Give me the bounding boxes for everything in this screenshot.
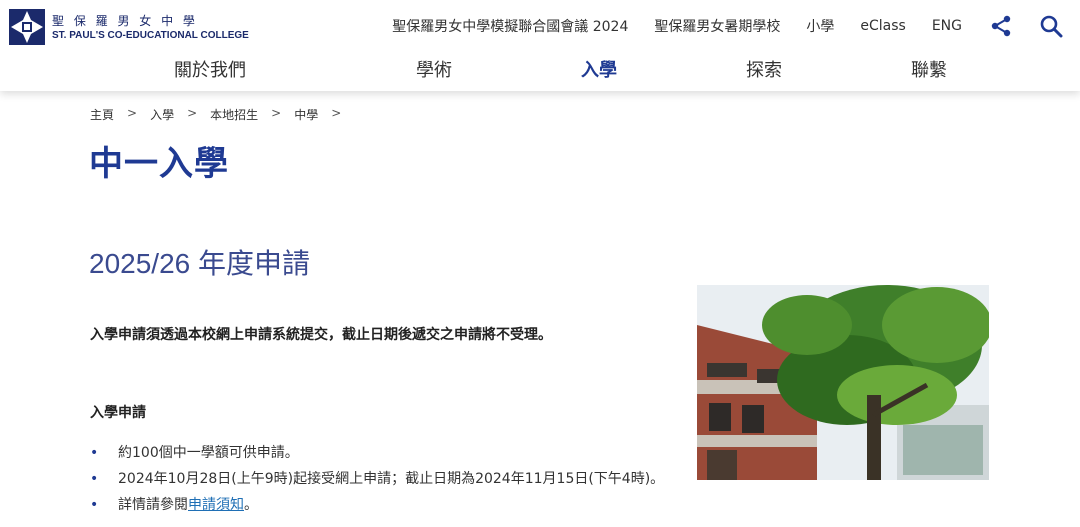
breadcrumb-home[interactable]: 主頁: [90, 106, 114, 123]
site-header: 聖 保 羅 男 女 中 學 ST. PAUL'S CO-EDUCATIONAL …: [0, 0, 1080, 91]
school-crest-icon: [9, 9, 45, 45]
summer-school-link[interactable]: 聖保羅男女暑期學校: [654, 16, 780, 36]
logo-english-name: ST. PAUL'S CO-EDUCATIONAL COLLEGE: [52, 29, 249, 41]
breadcrumb-separator: >: [127, 106, 138, 120]
share-button[interactable]: [988, 13, 1014, 39]
nav-admissions[interactable]: 入學: [581, 56, 617, 82]
application-subheading: 入學申請: [90, 405, 146, 421]
list-item-suffix: 。: [244, 497, 258, 513]
search-icon: [1040, 15, 1063, 38]
breadcrumb-local-admission[interactable]: 本地招生: [210, 106, 258, 123]
share-icon: [991, 15, 1011, 37]
nav-explore[interactable]: 探索: [746, 56, 782, 82]
breadcrumb-secondary[interactable]: 中學: [294, 106, 318, 123]
list-item: 2024年10月28日(上午9時)起接受網上申請；截止日期為2024年11月15…: [90, 466, 664, 492]
page-title: 中一入學: [89, 144, 229, 184]
nav-academics[interactable]: 學術: [416, 56, 452, 82]
breadcrumb-separator: >: [187, 106, 198, 120]
list-item: 詳情請參閱申請須知。: [90, 492, 664, 518]
campus-building-tree-image: [697, 285, 989, 480]
utility-nav: 聖保羅男女中學模擬聯合國會議 2024 聖保羅男女暑期學校 小學 eClass …: [392, 14, 1080, 38]
main-nav: 關於我們 學術 入學 探索 聯繫: [0, 56, 1080, 82]
logo-chinese-name: 聖 保 羅 男 女 中 學: [52, 13, 198, 28]
nav-about[interactable]: 關於我們: [174, 56, 246, 82]
breadcrumb: 主頁 > 入學 > 本地招生 > 中學 >: [90, 106, 354, 123]
breadcrumb-admissions[interactable]: 入學: [150, 106, 174, 123]
breadcrumb-separator: >: [331, 106, 342, 120]
application-notes-link[interactable]: 申請須知: [188, 497, 244, 513]
application-notice: 入學申請須透過本校網上申請系統提交，截止日期後遞交之申請將不受理。: [90, 327, 552, 343]
language-switch-link[interactable]: ENG: [932, 18, 962, 34]
school-logo[interactable]: 聖 保 羅 男 女 中 學 ST. PAUL'S CO-EDUCATIONAL …: [8, 8, 249, 46]
search-button[interactable]: [1038, 13, 1064, 39]
nav-contact[interactable]: 聯繫: [911, 56, 947, 82]
application-details-list: 約100個中一學額可供申請。 2024年10月28日(上午9時)起接受網上申請；…: [90, 440, 664, 518]
primary-school-link[interactable]: 小學: [806, 16, 834, 36]
list-item-prefix: 詳情請參閱: [118, 497, 188, 513]
breadcrumb-separator: >: [271, 106, 282, 120]
section-title: 2025/26 年度申請: [89, 248, 310, 279]
eclass-link[interactable]: eClass: [860, 18, 905, 34]
list-item: 約100個中一學額可供申請。: [90, 440, 664, 466]
campus-photo: [697, 285, 989, 480]
mun-2024-link[interactable]: 聖保羅男女中學模擬聯合國會議 2024: [392, 16, 628, 36]
